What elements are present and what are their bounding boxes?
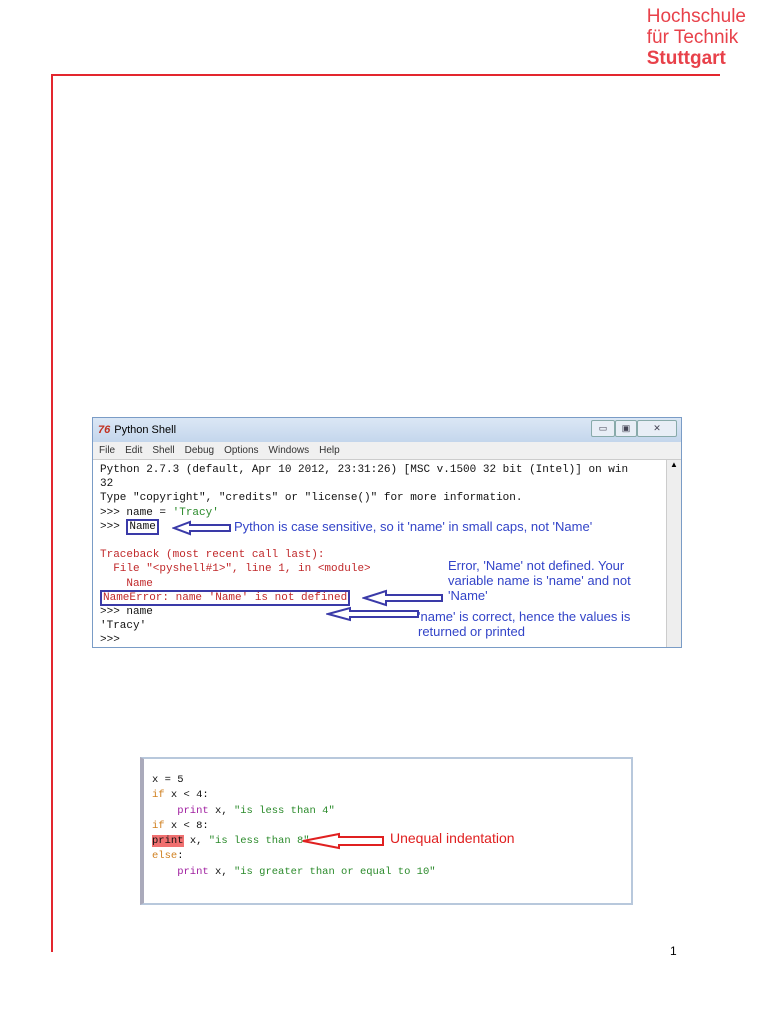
- code-line: print x, "is less than 4": [152, 804, 623, 819]
- annotation-indentation: Unequal indentation: [390, 830, 515, 846]
- menu-help[interactable]: Help: [319, 445, 340, 456]
- menu-file[interactable]: File: [99, 445, 115, 456]
- shell-line: 32: [100, 478, 114, 491]
- menu-shell[interactable]: Shell: [152, 445, 174, 456]
- error-line: NameError: name 'Name' is not defined: [100, 589, 351, 606]
- keyword: if: [152, 819, 165, 832]
- code-text: x,: [183, 835, 209, 848]
- code-line: else:: [152, 849, 623, 864]
- margin-rule: [51, 74, 53, 952]
- logo-line: Hochschule: [646, 6, 746, 27]
- menu-debug[interactable]: Debug: [185, 445, 214, 456]
- keyword: if: [152, 789, 165, 802]
- string-literal: "is greater than or equal to 10": [233, 865, 436, 878]
- menu-edit[interactable]: Edit: [125, 445, 142, 456]
- menu-options[interactable]: Options: [224, 445, 258, 456]
- string-literal: "is less than 8": [208, 835, 310, 848]
- shell-line: >>> name = 'Tracy': [100, 506, 674, 520]
- logo-line: für Technik: [646, 27, 739, 48]
- code-line: if x < 4:: [152, 789, 209, 802]
- keyword: print: [152, 804, 209, 817]
- error-highlight: print: [152, 835, 184, 848]
- logo-line: Stuttgart: [646, 48, 726, 69]
- maximize-icon[interactable]: ▣: [615, 420, 637, 437]
- annotation-correct: 'name' is correct, hence the values is r…: [418, 609, 631, 639]
- scrollbar[interactable]: ▲: [666, 460, 681, 647]
- code-line: if x < 8:: [152, 819, 623, 834]
- annotation-case-sensitive: Python is case sensitive, so it 'name' i…: [234, 519, 593, 534]
- string-literal: 'Tracy': [172, 506, 219, 519]
- code-line: print x, "is less than 8": [152, 834, 623, 849]
- prompt: >>> name =: [100, 506, 173, 519]
- code-text: x,: [208, 804, 234, 817]
- arrow-left-icon: [172, 520, 231, 536]
- header-rule: [52, 74, 720, 76]
- page-number: 1: [670, 944, 677, 958]
- code-text: x < 8:: [164, 819, 209, 832]
- annotation-error: Error, 'Name' not defined. Your variable…: [448, 558, 631, 603]
- shell-line: Python 2.7.3 (default, Apr 10 2012, 23:3…: [100, 464, 629, 476]
- shell-line: Type "copyright", "credits" or "license(…: [100, 492, 523, 505]
- university-logo: Hochschule für Technik Stuttgart: [647, 6, 746, 69]
- minimize-icon[interactable]: ▭: [591, 420, 615, 437]
- menu-bar: File Edit Shell Debug Options Windows He…: [93, 442, 681, 460]
- title-bar: 76 Python Shell ▭ ▣ ✕: [93, 418, 681, 442]
- keyword: else: [152, 850, 178, 863]
- highlighted-name: Name: [126, 518, 159, 535]
- code-listing: x = 5 if x < 4: print x, "is less than 4"…: [144, 759, 631, 894]
- menu-windows[interactable]: Windows: [269, 445, 310, 456]
- window-title: Python Shell: [114, 424, 177, 436]
- scroll-up-icon[interactable]: ▲: [667, 460, 681, 469]
- close-icon[interactable]: ✕: [637, 420, 677, 437]
- python-idle-icon: 76: [98, 424, 111, 436]
- arrow-left-icon: [302, 832, 384, 850]
- arrow-left-icon: [326, 606, 419, 622]
- string-literal: "is less than 4": [233, 804, 335, 817]
- code-text: x,: [208, 865, 234, 878]
- prompt: >>>: [100, 520, 127, 533]
- code-editor-screenshot: x = 5 if x < 4: print x, "is less than 4"…: [140, 757, 633, 905]
- keyword: print: [152, 865, 209, 878]
- code-line: print x, "is greater than or equal to 10…: [152, 865, 623, 880]
- code-text: :: [177, 850, 184, 863]
- code-line: x = 5: [152, 774, 184, 786]
- arrow-left-icon: [362, 589, 443, 607]
